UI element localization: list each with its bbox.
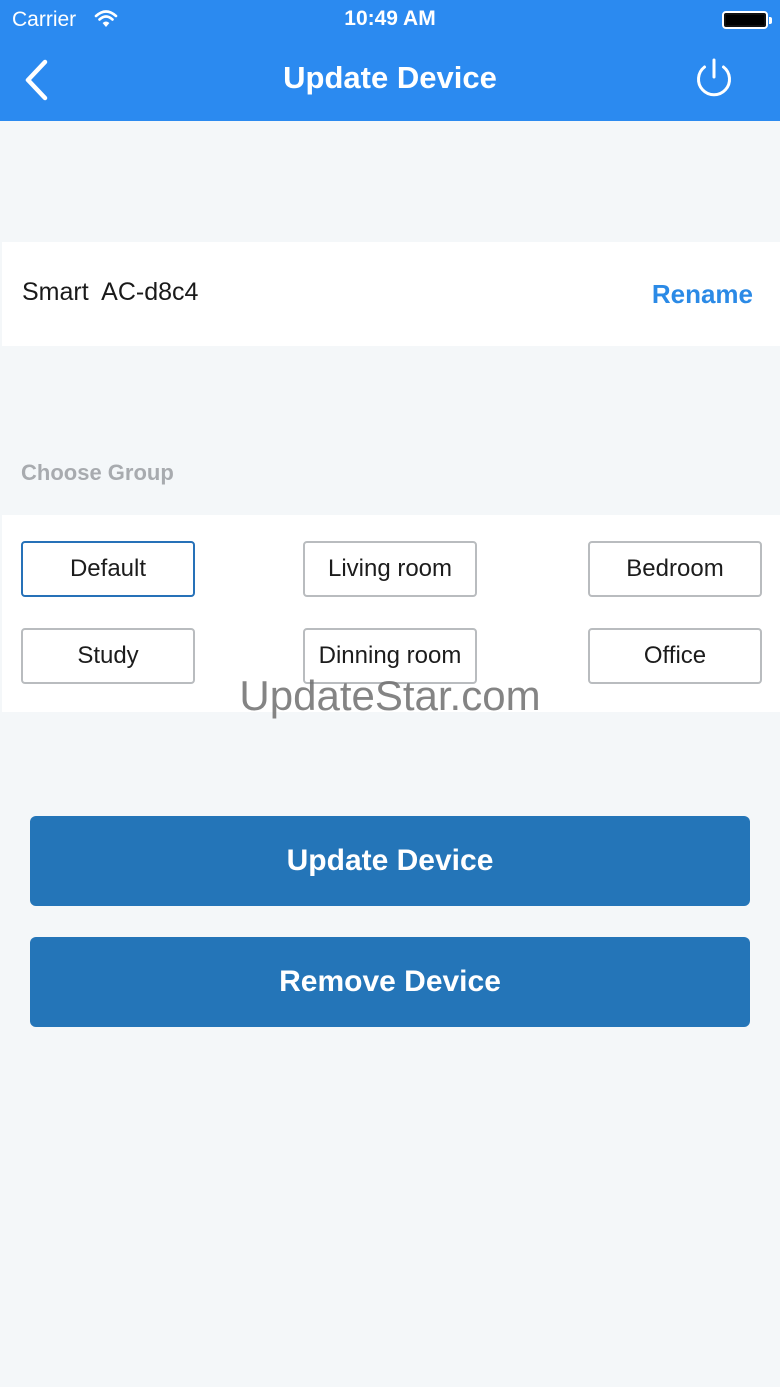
group-option-office[interactable]: Office bbox=[588, 628, 762, 684]
remove-device-button[interactable]: Remove Device bbox=[30, 937, 750, 1027]
group-option-dinning-room[interactable]: Dinning room bbox=[303, 628, 477, 684]
status-time: 10:49 AM bbox=[344, 7, 436, 30]
group-option-default[interactable]: Default bbox=[21, 541, 195, 597]
group-option-living-room[interactable]: Living room bbox=[303, 541, 477, 597]
device-card: Smart AC-d8c4 Rename bbox=[2, 242, 780, 346]
choose-group-label: Choose Group bbox=[21, 460, 174, 485]
device-name: Smart AC-d8c4 bbox=[22, 278, 199, 306]
status-bar: Carrier 10:49 AM bbox=[0, 0, 780, 40]
rename-button[interactable]: Rename bbox=[652, 279, 753, 310]
update-device-button[interactable]: Update Device bbox=[30, 816, 750, 906]
group-option-bedroom[interactable]: Bedroom bbox=[588, 541, 762, 597]
power-icon[interactable] bbox=[690, 56, 738, 102]
page-title: Update Device bbox=[283, 60, 497, 95]
navigation-bar: Carrier 10:49 AM Update Device bbox=[0, 0, 780, 121]
group-panel: Default Living room Bedroom Study Dinnin… bbox=[2, 515, 780, 712]
group-option-study[interactable]: Study bbox=[21, 628, 195, 684]
battery-icon bbox=[722, 11, 772, 29]
